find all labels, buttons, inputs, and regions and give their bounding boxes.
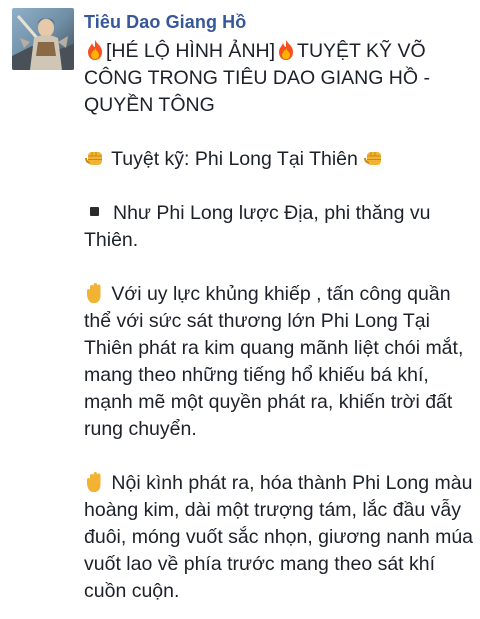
- paragraph-2: Nội kình phát ra, hóa thành Phi Long màu…: [84, 470, 474, 605]
- author-name[interactable]: Tiêu Dao Giang Hồ: [84, 12, 246, 33]
- paragraph-2-text: Nội kình phát ra, hóa thành Phi Long màu…: [84, 472, 474, 602]
- paragraph-1-text: Với uy lực khủng khiếp , tấn công quần t…: [84, 283, 464, 440]
- title-part-1: [HÉ LỘ HÌNH ẢNH]: [106, 40, 276, 62]
- avatar[interactable]: [12, 8, 74, 70]
- fire-icon: [275, 39, 297, 61]
- raised-hand-icon: [84, 282, 106, 304]
- fist-icon: [84, 147, 106, 169]
- raised-hand-icon: [84, 471, 106, 493]
- skill-line: Tuyệt kỹ: Phi Long Tại Thiên: [84, 146, 474, 173]
- post-content: [HÉ LỘ HÌNH ẢNH] TUYỆT KỸ VÕ CÔNG TRONG T…: [84, 38, 474, 605]
- fire-icon: [84, 39, 106, 61]
- post-title: [HÉ LỘ HÌNH ẢNH] TUYỆT KỸ VÕ CÔNG TRONG T…: [84, 38, 474, 119]
- bullet-text: Như Phi Long lược Địa, phi thăng vu Thiê…: [84, 202, 431, 251]
- fist-icon: [363, 147, 385, 169]
- paragraph-1: Với uy lực khủng khiếp , tấn công quần t…: [84, 281, 474, 443]
- bullet-line: Như Phi Long lược Địa, phi thăng vu Thiê…: [84, 200, 474, 254]
- skill-text: Tuyệt kỹ: Phi Long Tại Thiên: [106, 148, 364, 170]
- post: Tiêu Dao Giang Hồ [HÉ LỘ HÌNH ẢNH] TUYỆT …: [0, 0, 480, 619]
- square-bullet-icon: [90, 207, 99, 216]
